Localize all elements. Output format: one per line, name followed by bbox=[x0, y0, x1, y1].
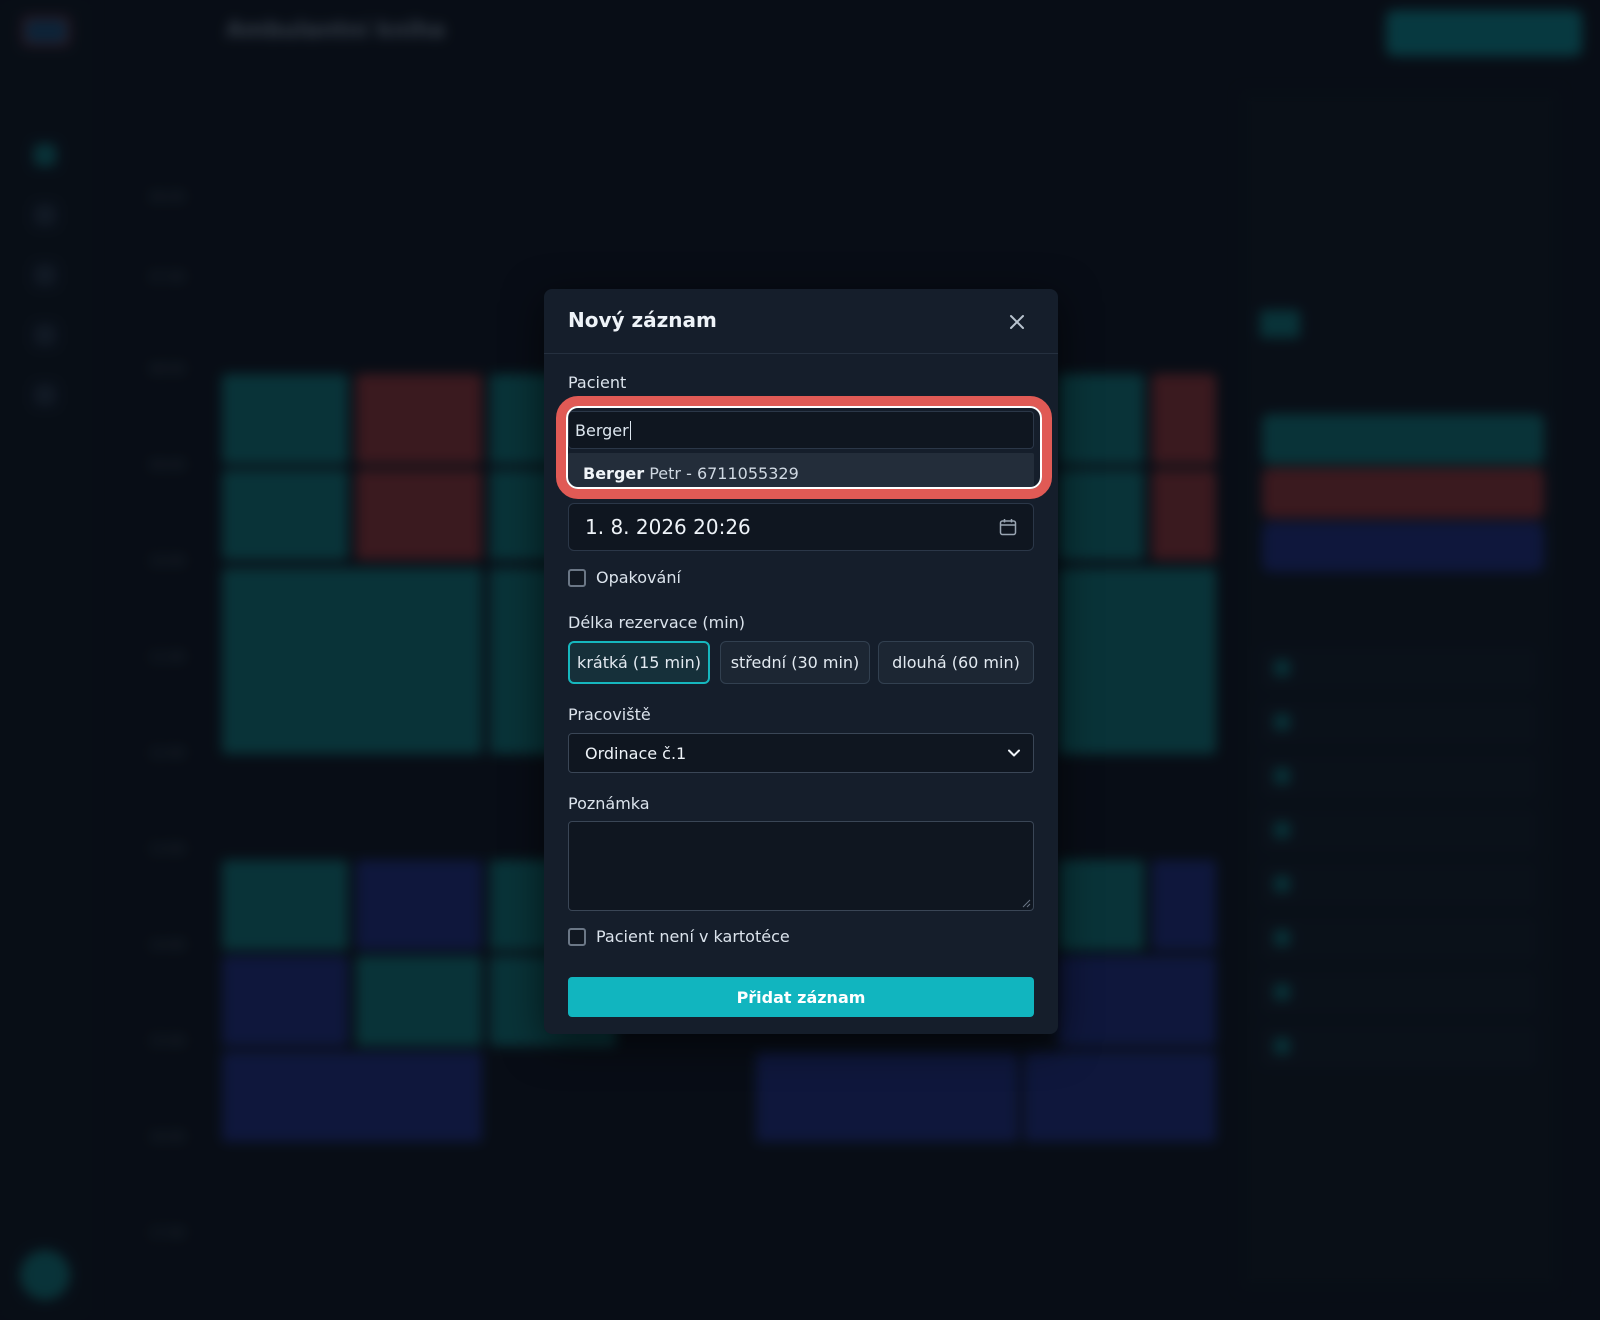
duration-long-button[interactable]: dlouhá (60 min) bbox=[878, 641, 1034, 684]
suggestion-match: Berger bbox=[583, 463, 645, 483]
calendar-icon[interactable] bbox=[999, 518, 1017, 536]
suggestion-rest: Petr - 6711055329 bbox=[644, 463, 799, 483]
note-textarea[interactable] bbox=[568, 821, 1034, 911]
modal-title: Nový záznam bbox=[568, 308, 717, 332]
close-icon bbox=[1010, 315, 1024, 329]
repeat-checkbox-row[interactable]: Opakování bbox=[568, 568, 681, 587]
workplace-select[interactable]: Ordinace č.1 bbox=[568, 733, 1034, 773]
not-in-registry-row[interactable]: Pacient není v kartotéce bbox=[568, 927, 790, 946]
workplace-value: Ordinace č.1 bbox=[585, 743, 687, 763]
text-caret bbox=[629, 420, 631, 440]
new-entry-modal: Nový záznam Pacient Berger Berger Petr -… bbox=[544, 289, 1058, 1034]
datetime-input[interactable]: 1. 8. 2026 20:26 bbox=[568, 503, 1034, 551]
patient-suggestion-item[interactable]: Berger Petr - 6711055329 bbox=[568, 453, 1034, 493]
repeat-label: Opakování bbox=[596, 568, 681, 587]
duration-label: Délka rezervace (min) bbox=[568, 613, 746, 632]
add-entry-button[interactable]: Přidat záznam bbox=[568, 977, 1034, 1017]
resize-grip-icon[interactable] bbox=[1021, 898, 1031, 908]
note-label: Poznámka bbox=[568, 794, 650, 813]
patient-label: Pacient bbox=[568, 373, 627, 392]
datetime-value: 1. 8. 2026 20:26 bbox=[585, 515, 751, 539]
workplace-label: Pracoviště bbox=[568, 705, 651, 724]
duration-medium-button[interactable]: střední (30 min) bbox=[720, 641, 870, 684]
chevron-down-icon bbox=[1008, 749, 1020, 757]
repeat-checkbox[interactable] bbox=[568, 568, 586, 587]
not-in-registry-checkbox[interactable] bbox=[568, 927, 586, 946]
close-button[interactable] bbox=[1004, 309, 1030, 335]
patient-input-value: Berger bbox=[575, 420, 629, 440]
duration-short-button[interactable]: krátká (15 min) bbox=[568, 641, 710, 684]
not-in-registry-label: Pacient není v kartotéce bbox=[596, 927, 790, 946]
patient-search-input[interactable]: Berger bbox=[568, 411, 1034, 449]
modal-header: Nový záznam bbox=[544, 289, 1058, 354]
